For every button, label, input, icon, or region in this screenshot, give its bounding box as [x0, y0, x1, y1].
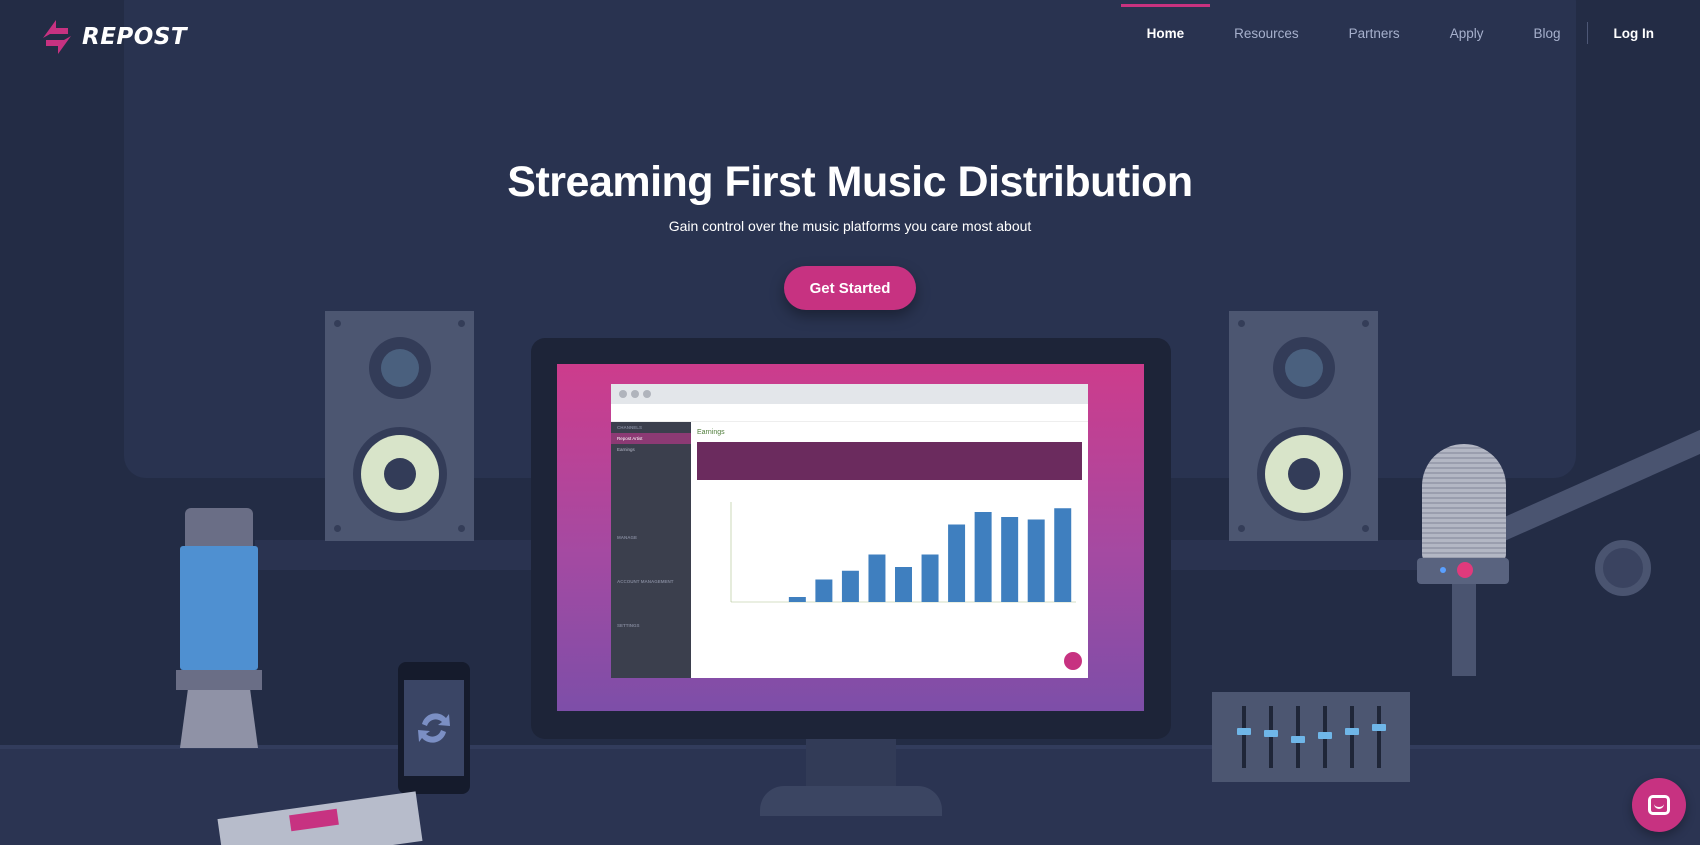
nav-apply[interactable]: Apply — [1450, 26, 1484, 41]
chart-bar — [974, 512, 992, 602]
chart-bar — [815, 579, 833, 602]
microphone — [1422, 444, 1506, 564]
illustration-scene: CHANNELS Repost Artist Earnings MANAGE A… — [0, 0, 1700, 845]
mixer-fader — [1291, 706, 1305, 768]
app-preview-sidebar: CHANNELS Repost Artist Earnings MANAGE A… — [611, 422, 691, 678]
mixer-fader — [1318, 706, 1332, 768]
app-preview-notice — [697, 442, 1082, 480]
login-link[interactable]: Log In — [1614, 26, 1655, 41]
nav-partners[interactable]: Partners — [1349, 26, 1400, 41]
main-nav: Home Resources Partners Apply Blog Log I… — [1097, 3, 1655, 44]
chart-bar — [868, 554, 886, 602]
app-preview-window: CHANNELS Repost Artist Earnings MANAGE A… — [611, 384, 1088, 678]
chat-icon — [1648, 795, 1670, 815]
chart-bar — [1001, 517, 1019, 602]
chart-bar — [841, 570, 859, 602]
repost-logo-icon — [43, 20, 71, 54]
phone-screen — [404, 680, 464, 776]
mixer-fader — [1264, 706, 1278, 768]
chart-bar — [788, 597, 806, 602]
nav-resources[interactable]: Resources — [1234, 26, 1299, 41]
get-started-button[interactable]: Get Started — [784, 266, 916, 310]
nav-blog[interactable]: Blog — [1533, 26, 1560, 41]
audio-mixer — [1212, 692, 1410, 782]
hero-title: Streaming First Music Distribution — [507, 158, 1193, 206]
chart-bar — [1027, 519, 1045, 602]
chat-widget-button[interactable] — [1632, 778, 1686, 832]
repost-refresh-icon — [418, 713, 450, 743]
mixer-fader — [1372, 706, 1386, 768]
left-speaker — [325, 311, 474, 541]
mixer-fader — [1345, 706, 1359, 768]
brand-logo[interactable]: REPOST — [38, 14, 187, 60]
right-speaker — [1229, 311, 1378, 541]
chart-bar — [921, 554, 939, 602]
top-nav: REPOST Home Resources Partners Apply Blo… — [0, 0, 1700, 64]
app-preview-title: Earnings — [697, 429, 725, 436]
chart-bar — [895, 567, 912, 602]
nav-divider — [1586, 22, 1588, 44]
brand-name: REPOST — [82, 24, 188, 50]
chart-bar — [1054, 508, 1072, 602]
hero-subtitle: Gain control over the music platforms yo… — [668, 218, 1032, 234]
app-preview-chat-icon — [1064, 652, 1082, 670]
earnings-chart — [730, 502, 1076, 603]
mixer-fader — [1237, 706, 1251, 768]
nav-home[interactable]: Home — [1120, 3, 1210, 41]
chart-bar — [948, 524, 966, 602]
